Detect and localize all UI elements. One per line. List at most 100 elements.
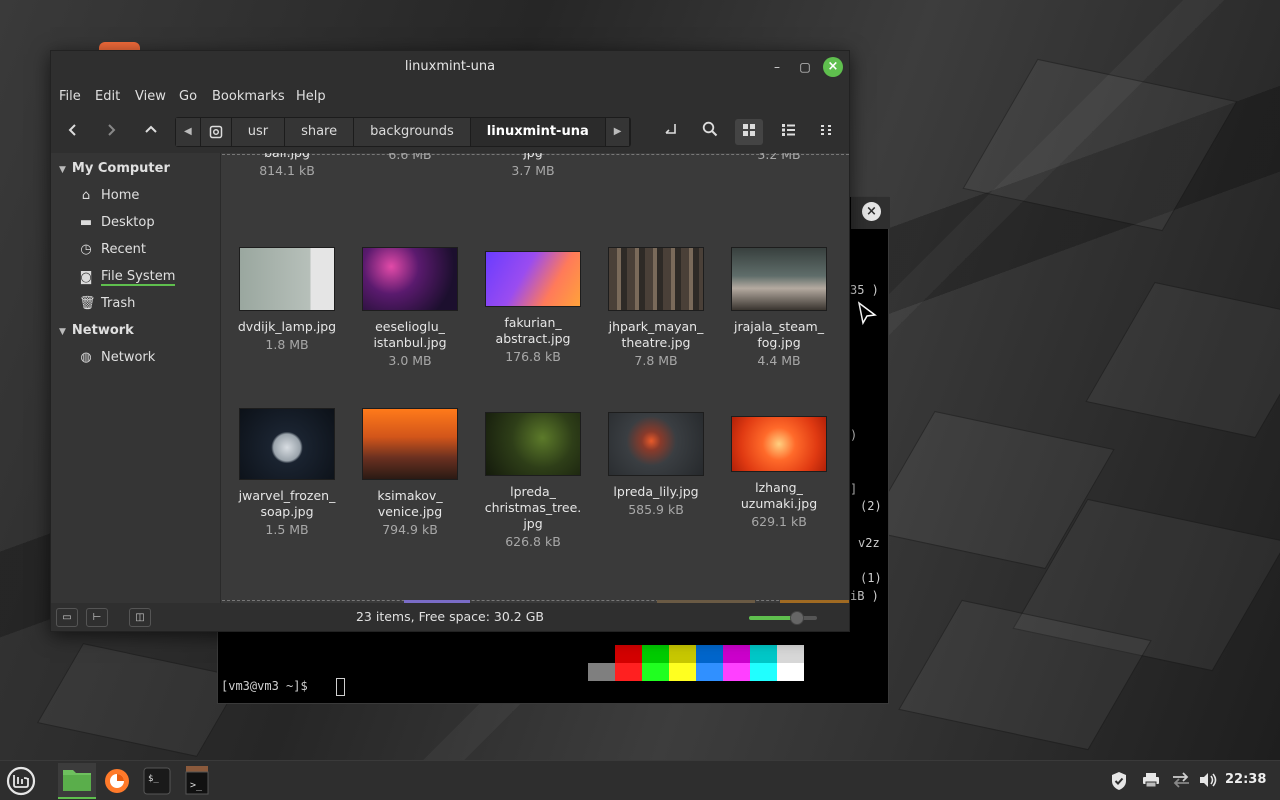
menu-edit[interactable]: Edit [95,89,120,104]
sidebar-section-network[interactable]: ▼ Network [59,323,134,338]
file-name: dvdijk_lamp.jpg [237,319,337,334]
breadcrumb-right-arrow-icon[interactable]: ▶ [605,118,631,146]
file-thumbnail [239,408,335,480]
file-thumbnail [362,408,458,480]
taskbar-firefox-icon[interactable] [98,763,136,799]
file-item[interactable]: jhpark_mayan_ theatre.jpg 7.8 MB [597,243,715,369]
menu-file[interactable]: File [59,89,81,104]
terminal-text: v2z [858,536,880,550]
printer-icon[interactable] [1140,771,1162,793]
file-item[interactable]: fakurian_ abstract.jpg 176.8 kB [474,243,592,365]
sidebar-item-label: Network [101,350,156,365]
wallpaper-tile [962,58,1238,232]
file-item[interactable]: aburden_frozen_winter_ball.jpg 814.1 kB [228,153,346,179]
file-name: jwarvel_frozen_ soap.jpg [238,488,336,519]
file-item[interactable]: lpreda_ christmas_tree. jpg 626.8 kB [474,408,592,550]
zoom-slider-handle[interactable] [789,611,804,625]
filesystem-root-icon[interactable] [200,118,232,146]
icon-view-icon[interactable] [735,119,763,145]
file-grid[interactable]: aburden_frozen_winter_ball.jpg 814.1 kB ac… [222,153,849,603]
breadcrumb-share[interactable]: share [285,118,355,146]
color-swatch [669,645,696,663]
file-thumbnail [239,247,335,311]
wallpaper-tile [1085,281,1280,439]
file-thumbnail [731,247,827,311]
network-icon[interactable] [1170,771,1192,793]
breadcrumb-backgrounds[interactable]: backgrounds [354,118,471,146]
menu-bookmarks[interactable]: Bookmarks [212,89,285,104]
volume-icon[interactable] [1197,771,1219,793]
file-size: 7.8 MB [634,353,678,368]
breadcrumb-left-arrow-icon[interactable]: ◀ [176,118,201,146]
taskbar-terminal-window-icon[interactable]: >_ [178,763,216,799]
sidebar-item-network[interactable]: ◍ Network [79,350,155,365]
file-item[interactable]: aholmes_moraine_lake.jpg 3.7 MB [474,153,592,179]
file-item[interactable]: acoelho_lush.jpg6.6 MB [351,153,469,163]
sidebar-item-label: File System [101,269,176,286]
toolbar: ◀ usr share backgrounds linuxmint-una ▶ [51,111,849,153]
sidebar-item-desktop[interactable]: ▬ Desktop [79,215,155,230]
terminal-close-icon[interactable]: × [862,202,881,221]
file-item[interactable]: lzhang_ uzumaki.jpg 629.1 kB [720,408,838,530]
file-name: eeselioglu_ istanbul.jpg [373,319,447,350]
menu-go[interactable]: Go [179,89,197,104]
breadcrumb-linuxmint-una[interactable]: linuxmint-una [470,118,606,146]
sidebar-item-file-system[interactable]: ◙ File System [79,269,176,286]
list-view-icon[interactable] [774,119,802,145]
expander-triangle-icon[interactable]: ▼ [59,165,66,175]
terminal-prompt[interactable]: [vm3@vm3 ~]$ [221,679,308,693]
file-item[interactable]: dvdijk_lamp.jpg 1.8 MB [228,243,346,353]
trash-icon: 🗑 [79,296,96,311]
file-thumbnail [485,412,581,476]
file-size: 6.6 MB [388,153,432,162]
terminal-text: ) [850,428,858,442]
file-manager-window[interactable]: linuxmint-una – ▢ × File Edit View Go Bo… [50,50,850,632]
file-item[interactable]: ddaily_san_francisco.jpg3.2 MB [720,153,838,163]
maximize-icon[interactable]: ▢ [796,58,814,76]
globe-icon: ◍ [80,350,92,365]
sidebar-item-trash[interactable]: 🗑 Trash [79,296,135,311]
zoom-slider[interactable] [749,616,817,620]
color-swatch [777,645,804,663]
menu-view[interactable]: View [135,89,166,104]
file-item[interactable]: jrajala_steam_ fog.jpg 4.4 MB [720,243,838,369]
sidebar-item-home[interactable]: ⌂ Home [79,188,140,203]
sidebar-item-recent[interactable]: ◷ Recent [79,242,146,257]
taskbar-file-manager-icon[interactable] [58,763,96,799]
minimize-icon[interactable]: – [768,58,786,76]
sidebar-section-my-computer[interactable]: ▼ My Computer [59,161,170,176]
expander-triangle-icon[interactable]: ▼ [59,327,66,337]
file-size: 794.9 kB [382,522,438,537]
breadcrumb-usr[interactable]: usr [231,118,286,146]
window-titlebar[interactable]: linuxmint-una – ▢ × [51,51,849,83]
file-thumbnail [608,247,704,311]
back-icon[interactable] [59,119,87,145]
status-text: 23 items, Free space: 30.2 GB [355,609,544,624]
svg-text:>_: >_ [190,780,203,791]
clock[interactable]: 22:38 [1225,772,1266,787]
file-item[interactable]: jwarvel_frozen_ soap.jpg 1.5 MB [228,408,346,538]
terminal-text: (2) [860,499,882,513]
clock-icon: ◷ [80,242,92,257]
file-item[interactable]: lpreda_lily.jpg 585.9 kB [597,408,715,518]
mint-menu-icon[interactable] [2,763,40,799]
file-name: aburden_frozen_winter_ball.jpg [228,153,346,161]
file-item[interactable]: ksimakov_ venice.jpg 794.9 kB [351,408,469,538]
toggle-location-entry-icon[interactable] [657,119,685,145]
menubar: File Edit View Go Bookmarks Help [51,83,849,111]
sidebar-item-label: Home [101,188,140,203]
menu-help[interactable]: Help [296,89,326,104]
color-swatch [750,645,777,663]
sidebar-section-title: My Computer [71,161,170,176]
close-icon[interactable]: × [823,57,843,77]
compact-view-icon[interactable] [813,119,841,145]
taskbar-terminal-icon[interactable]: $_ [138,763,176,799]
forward-icon[interactable] [97,119,125,145]
file-size: 4.4 MB [757,353,801,368]
up-icon[interactable] [137,119,165,145]
file-item[interactable]: eeselioglu_ istanbul.jpg 3.0 MB [351,243,469,369]
file-size: 1.8 MB [265,337,309,352]
shield-icon[interactable] [1108,771,1130,795]
file-size: 626.8 kB [505,534,561,549]
search-icon[interactable] [696,119,724,145]
